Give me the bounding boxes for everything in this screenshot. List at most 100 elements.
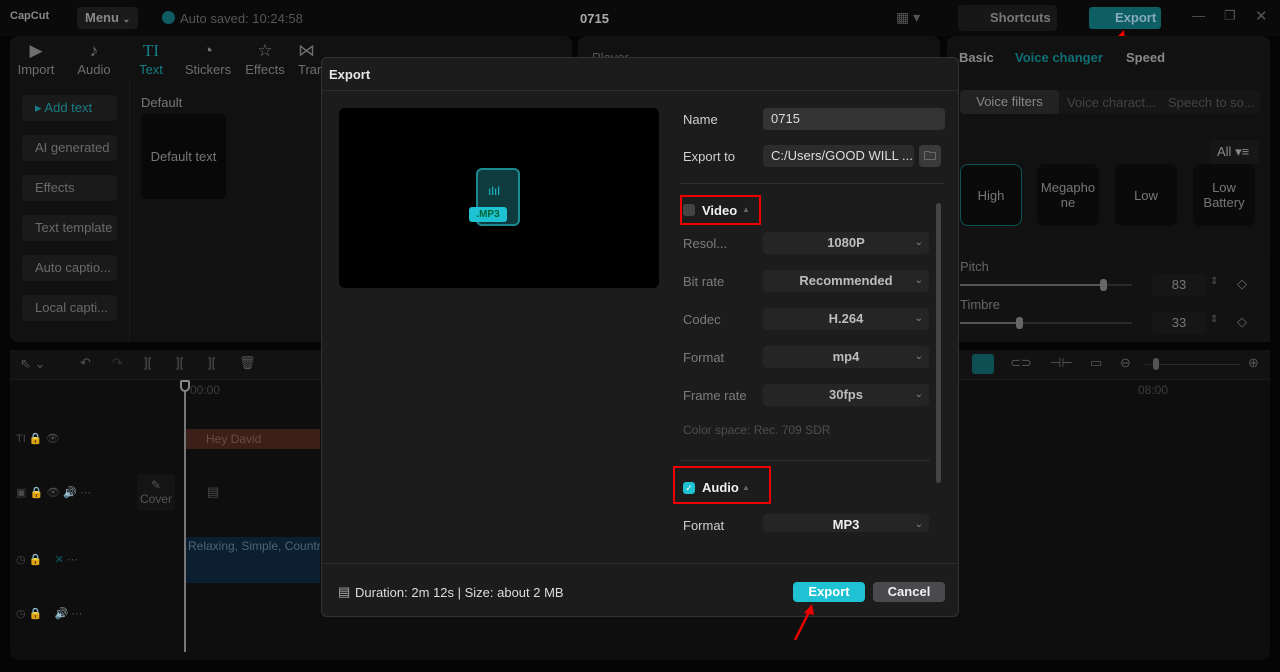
filter-all-button[interactable]: All ▾≡ bbox=[1209, 140, 1259, 164]
close-icon[interactable]: ✕ bbox=[1255, 7, 1268, 25]
audio-format-select[interactable]: MP3 ⌄ bbox=[763, 514, 929, 532]
keyframe-icon[interactable]: ◇ bbox=[1237, 276, 1247, 292]
sidebar-item-auto-captions[interactable]: Auto captio... bbox=[22, 255, 117, 281]
sidebar-item-ai-generated[interactable]: AI generated bbox=[22, 135, 117, 161]
folder-icon[interactable]: 🗀 bbox=[919, 145, 941, 167]
select-value: 1080P bbox=[827, 235, 865, 250]
delete-icon[interactable]: 🗑 bbox=[239, 355, 256, 371]
format-select[interactable]: mp4 ⌄ bbox=[763, 346, 929, 368]
audio-checkbox[interactable]: ✓ bbox=[683, 482, 695, 494]
stepper-icon[interactable]: ⇕ bbox=[1210, 276, 1218, 287]
zoom-slider[interactable] bbox=[1145, 358, 1240, 370]
voice-filter-low[interactable]: Low bbox=[1115, 164, 1177, 226]
cover-button[interactable]: ✎ Cover bbox=[137, 474, 175, 511]
cover-label: Cover bbox=[139, 492, 172, 506]
collapse-icon[interactable]: ▲ bbox=[742, 483, 750, 492]
pitch-slider-handle[interactable] bbox=[1100, 279, 1107, 291]
align-icon[interactable]: ⊣⊢ bbox=[1050, 355, 1073, 371]
export-button[interactable]: Export bbox=[793, 582, 865, 602]
subtab-label: Voice filters bbox=[976, 94, 1043, 109]
sidebar-label: Auto captio... bbox=[35, 260, 111, 275]
voice-filter-high[interactable]: High bbox=[960, 164, 1022, 226]
split-icon[interactable]: ][ bbox=[144, 355, 151, 370]
tool-text[interactable]: TI Text bbox=[123, 40, 179, 77]
default-text-card[interactable]: Default text bbox=[141, 114, 226, 199]
tool-import[interactable]: ▶ Import bbox=[8, 40, 64, 77]
sidebar-item-local-captions[interactable]: Local capti... bbox=[22, 295, 117, 321]
audio-clip[interactable]: Relaxing, Simple, Country bbox=[186, 537, 320, 583]
split-left-icon[interactable]: ][ bbox=[176, 355, 183, 370]
chevron-down-icon: ⌄ bbox=[914, 389, 923, 400]
tab-basic[interactable]: Basic bbox=[959, 50, 994, 65]
timecode-start: 00:00 bbox=[190, 383, 221, 397]
subtab-voice-filters[interactable]: Voice filters bbox=[960, 90, 1059, 114]
zoom-in-icon[interactable]: ⊕ bbox=[1248, 355, 1259, 371]
edit-icon: ✎ bbox=[150, 478, 162, 492]
pitch-input[interactable]: 83 bbox=[1152, 274, 1206, 296]
text-clip[interactable]: Hey David bbox=[186, 429, 320, 449]
subtab-voice-characters[interactable]: Voice charact... bbox=[1067, 95, 1156, 110]
menu-button[interactable]: Menu ⌄ bbox=[77, 7, 138, 29]
tool-audio[interactable]: ♪ Audio bbox=[66, 40, 122, 77]
audio-section-label[interactable]: Audio bbox=[702, 480, 739, 495]
zoom-slider-handle[interactable] bbox=[1153, 358, 1159, 370]
resolution-label: Resol... bbox=[683, 236, 728, 251]
check-circle-icon bbox=[162, 11, 175, 24]
dialog-title: Export bbox=[329, 67, 371, 82]
playhead[interactable] bbox=[184, 380, 186, 652]
export-info: Duration: 2m 12s | Size: about 2 MB bbox=[355, 585, 564, 600]
capcut-logo: CapCut bbox=[10, 10, 50, 22]
scrollbar[interactable] bbox=[936, 203, 941, 483]
undo-icon[interactable]: ↶ bbox=[80, 355, 91, 371]
tab-voice-changer[interactable]: Voice changer bbox=[1015, 50, 1103, 65]
cancel-button[interactable]: Cancel bbox=[873, 582, 945, 602]
bitrate-select[interactable]: Recommended ⌄ bbox=[763, 270, 929, 292]
maximize-icon[interactable]: ❐ bbox=[1224, 8, 1236, 24]
video-section-label[interactable]: Video bbox=[702, 203, 737, 218]
name-input[interactable]: 0715 bbox=[763, 108, 945, 130]
chevron-down-icon: ⌄ bbox=[914, 351, 923, 362]
stepper-icon[interactable]: ⇕ bbox=[1210, 314, 1218, 325]
filter-name: High bbox=[977, 187, 1005, 203]
tool-stickers[interactable]: ◔ Stickers bbox=[180, 40, 236, 77]
framerate-select[interactable]: 30fps ⌄ bbox=[763, 384, 929, 406]
resolution-select[interactable]: 1080P ⌄ bbox=[763, 232, 929, 254]
audio-track-2-icon: ◷ 🔒 🔊 ⋯ bbox=[16, 608, 83, 620]
audio-format-label: Format bbox=[683, 518, 725, 533]
shortcuts-button[interactable]: Shortcuts bbox=[958, 5, 1057, 31]
voice-filter-megaphone[interactable]: Megapho ne bbox=[1037, 164, 1099, 226]
select-tool-icon[interactable]: ⇖ ⌄ bbox=[20, 356, 45, 372]
subtab-speech-to-song[interactable]: Speech to so... bbox=[1168, 95, 1255, 110]
export-top-button[interactable]: Export bbox=[1089, 7, 1161, 29]
magnet-icon[interactable] bbox=[972, 354, 994, 374]
sidebar-item-text-template[interactable]: Text template bbox=[22, 215, 117, 241]
name-label: Name bbox=[683, 112, 718, 127]
timbre-input[interactable]: 33 bbox=[1152, 312, 1206, 334]
layout-icon[interactable]: ▦ ▾ bbox=[896, 9, 920, 26]
divider bbox=[322, 563, 958, 564]
tool-effects[interactable]: ☆ Effects bbox=[237, 40, 293, 77]
preview-icon[interactable]: ▭ bbox=[1090, 355, 1102, 371]
collapse-icon[interactable]: ▲ bbox=[742, 205, 750, 214]
minimize-icon[interactable]: — bbox=[1192, 8, 1205, 23]
link-icon[interactable]: ⊂⊃ bbox=[1010, 355, 1032, 371]
zoom-out-icon[interactable]: ⊖ bbox=[1120, 355, 1131, 371]
redo-icon[interactable]: ↷ bbox=[112, 355, 123, 371]
split-right-icon[interactable]: ][ bbox=[208, 355, 215, 370]
text-icon: TI bbox=[142, 41, 160, 60]
timbre-slider[interactable] bbox=[960, 317, 1132, 329]
video-checkbox[interactable] bbox=[683, 204, 695, 216]
sidebar-item-add-text[interactable]: ▸ Add text bbox=[22, 95, 117, 121]
pitch-slider[interactable] bbox=[960, 279, 1132, 291]
menu-label: Menu bbox=[85, 10, 119, 25]
playhead-handle[interactable] bbox=[180, 380, 190, 392]
tab-speed[interactable]: Speed bbox=[1126, 50, 1165, 65]
voice-filter-low-battery[interactable]: Low Battery bbox=[1193, 164, 1255, 226]
select-value: mp4 bbox=[832, 349, 860, 364]
keyframe-icon[interactable]: ◇ bbox=[1237, 314, 1247, 330]
codec-select[interactable]: H.264 ⌄ bbox=[763, 308, 929, 330]
sidebar-label: AI generated bbox=[35, 140, 110, 155]
export-path-input[interactable]: C:/Users/GOOD WILL ... bbox=[763, 145, 914, 167]
timbre-slider-handle[interactable] bbox=[1016, 317, 1023, 329]
sidebar-item-effects[interactable]: Effects bbox=[22, 175, 117, 201]
